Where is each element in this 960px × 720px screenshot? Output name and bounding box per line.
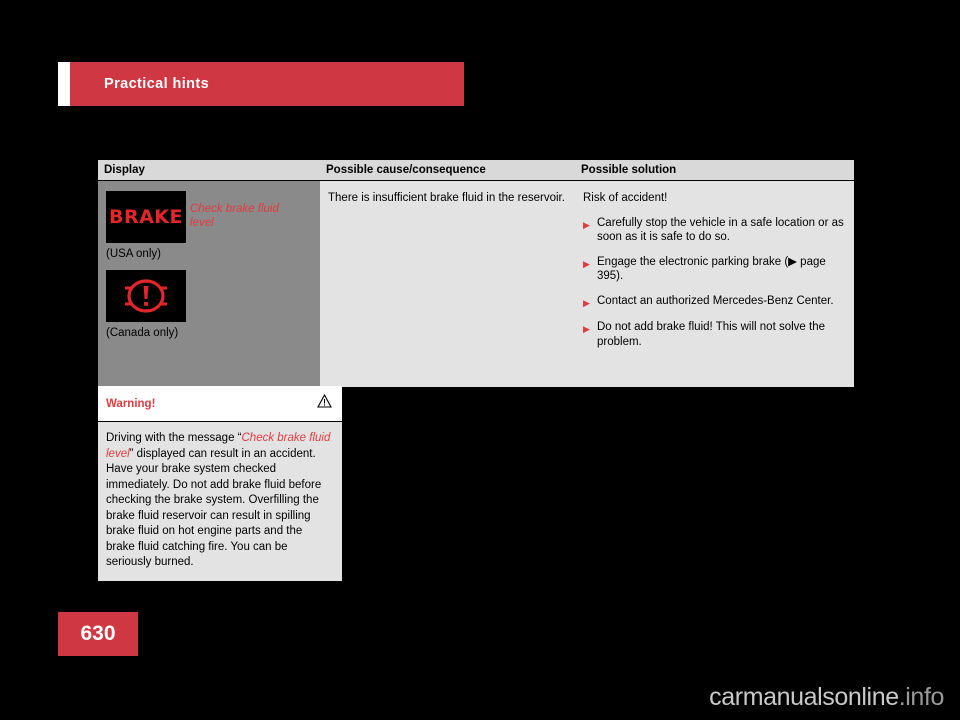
table-row: Check brake fluid level BRAKE (USA only)… bbox=[98, 181, 854, 387]
solution-heading: Risk of accident! bbox=[583, 192, 668, 204]
column-header-solution: Possible solution bbox=[581, 164, 677, 176]
cell-cause: There is insufficient brake fluid in the… bbox=[320, 181, 575, 387]
table-header-row: Display Possible cause/consequence Possi… bbox=[98, 160, 854, 181]
cell-display: Check brake fluid level BRAKE (USA only)… bbox=[98, 181, 320, 387]
solution-list: ▶ Carefully stop the vehicle in a safe l… bbox=[583, 216, 844, 350]
warning-box-header: Warning! bbox=[98, 386, 342, 422]
page-number-band: 630 bbox=[58, 612, 138, 656]
column-header-display: Display bbox=[104, 164, 145, 176]
warning-box-text: Driving with the message “Check brake fl… bbox=[98, 422, 342, 581]
list-item-label: Carefully stop the vehicle in a safe loc… bbox=[597, 216, 844, 244]
page-number: 630 bbox=[80, 622, 116, 645]
watermark: carmanualsonline.info bbox=[709, 683, 944, 712]
list-item: ▶ Engage the electronic parking brake (▶… bbox=[583, 255, 844, 284]
list-item-label: Contact an authorized Mercedes-Benz Cent… bbox=[597, 294, 834, 307]
warning-box: Warning! Driving with the message “Check… bbox=[98, 386, 342, 581]
list-item: ▶ Contact an authorized Mercedes-Benz Ce… bbox=[583, 294, 844, 311]
document-page: Practical hints Display Possible cause/c… bbox=[0, 0, 960, 720]
list-item-label: Do not add brake fluid! This will not so… bbox=[597, 321, 825, 348]
display-message-text: Check brake fluid level bbox=[190, 203, 279, 229]
warning-triangle-icon bbox=[317, 393, 332, 413]
usa-only-caption: (USA only) bbox=[106, 248, 161, 260]
bullet-arrow-icon: ▶ bbox=[583, 258, 590, 269]
symbol-table: Display Possible cause/consequence Possi… bbox=[98, 160, 854, 387]
canada-only-caption: (Canada only) bbox=[106, 327, 179, 339]
column-header-cause: Possible cause/consequence bbox=[326, 164, 486, 176]
bullet-arrow-icon: ▶ bbox=[583, 297, 590, 308]
list-item-label: Engage the electronic parking brake (▶ p… bbox=[597, 255, 826, 283]
bullet-arrow-icon: ▶ bbox=[583, 324, 590, 334]
watermark-main: carmanualsonline bbox=[709, 683, 899, 711]
cell-solution: Risk of accident! ▶ Carefully stop the v… bbox=[575, 181, 854, 387]
brake-indicator-icon: BRAKE bbox=[106, 191, 186, 243]
bullet-arrow-icon: ▶ bbox=[583, 219, 590, 230]
header-white-tab bbox=[58, 62, 70, 106]
cause-text: There is insufficient brake fluid in the… bbox=[328, 192, 565, 204]
watermark-suffix: .info bbox=[898, 683, 945, 711]
warning-box-title: Warning! bbox=[106, 397, 156, 410]
warning-text-part2: ” displayed can result in an accident. H… bbox=[106, 447, 322, 569]
brake-warning-triangle-icon bbox=[106, 270, 186, 322]
list-item: ▶ Carefully stop the vehicle in a safe l… bbox=[583, 216, 844, 245]
warning-text-part1: Driving with the message “ bbox=[106, 432, 242, 444]
page-title: Practical hints bbox=[104, 76, 210, 92]
brake-icon-label: BRAKE bbox=[108, 206, 184, 228]
list-item: ▶ Do not add brake fluid! This will not … bbox=[583, 320, 844, 349]
brake-circle-exclamation-icon bbox=[125, 279, 167, 313]
